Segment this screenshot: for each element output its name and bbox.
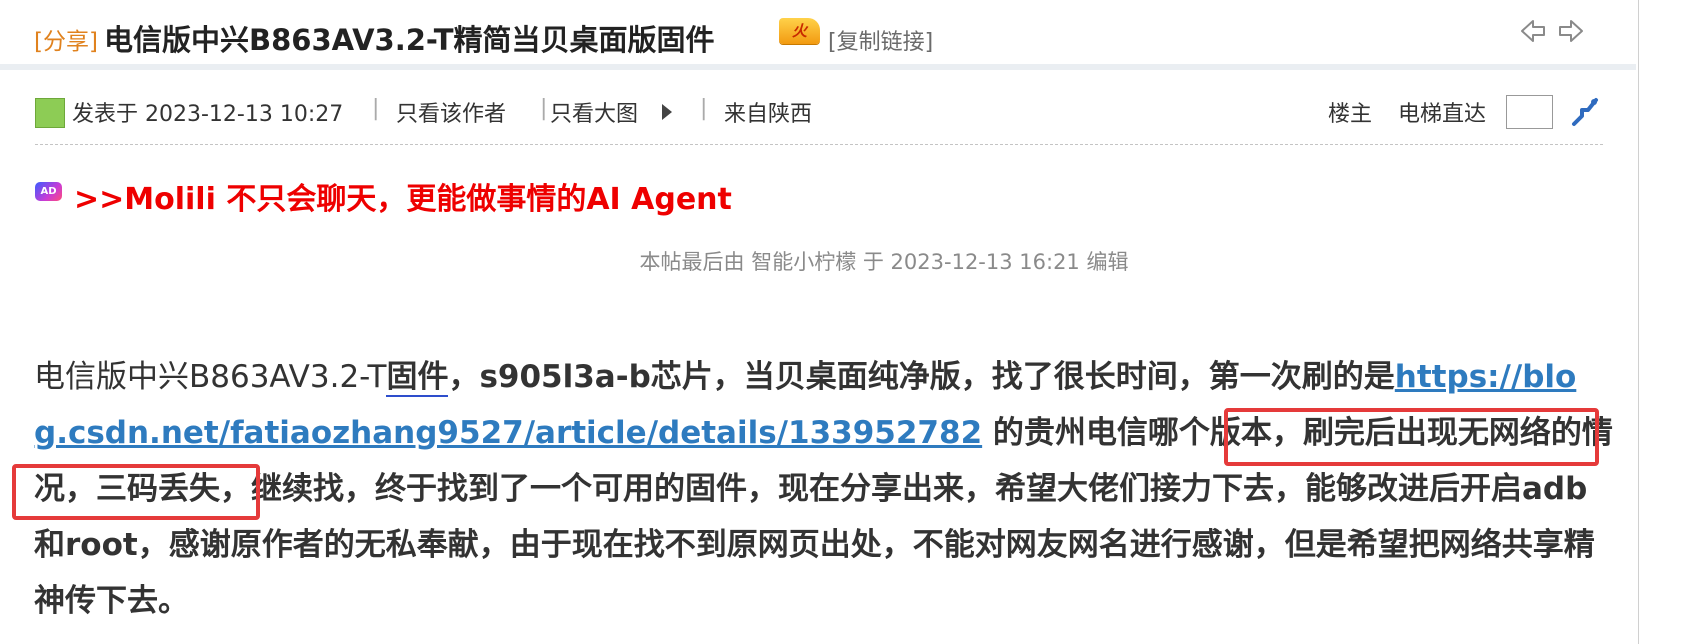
thread-title: 电信版中兴B863AV3.2-T精简当贝桌面版固件 xyxy=(104,23,715,57)
meta-separator: | xyxy=(372,96,380,121)
only-large-image-link[interactable]: 只看大图 xyxy=(550,96,638,128)
hot-badge-icon: 火 xyxy=(779,18,820,44)
thread-category-tag[interactable]: [分享] xyxy=(34,22,98,56)
right-border xyxy=(1638,0,1639,644)
jump-icon[interactable] xyxy=(1568,94,1602,128)
copy-link-button[interactable]: [复制链接] xyxy=(828,24,933,56)
play-icon[interactable] xyxy=(662,104,672,120)
thread-title-bar: [分享] 电信版中兴B863AV3.2-T精简当贝桌面版固件 火 [复制链接] xyxy=(0,0,1638,66)
post-location: 来自陕西 xyxy=(724,102,813,127)
annotation-box xyxy=(12,464,260,520)
annotation-box xyxy=(1224,408,1599,466)
post-text: 电信版中兴B863AV3.2-T xyxy=(34,359,387,395)
article-link[interactable]: g.csdn.net/fatiaozhang9527/article/detai… xyxy=(34,415,982,451)
post-body: 电信版中兴B863AV3.2-T固件，s905l3a-b芯片，当贝桌面纯净版，找… xyxy=(34,349,1614,629)
article-link[interactable]: https://blo xyxy=(1395,359,1577,395)
title-divider xyxy=(0,64,1636,70)
edited-note: 本帖最后由 智能小柠檬 于 2023-12-13 16:21 编辑 xyxy=(639,250,1129,274)
ad-icon: AD xyxy=(35,182,62,201)
meta-separator: | xyxy=(540,96,548,121)
ad-link[interactable]: >>Molili 不只会聊天，更能做事情的AI Agent xyxy=(74,174,732,218)
keyword-link[interactable]: 固件 xyxy=(386,359,449,397)
avatar-icon[interactable] xyxy=(35,98,65,128)
floor-label: 楼主 xyxy=(1328,102,1373,127)
only-author-link[interactable]: 只看该作者 xyxy=(396,96,506,128)
meta-separator: | xyxy=(700,96,708,121)
post-text: ，s905l3a-b芯片，当贝桌面纯净版，找了很长时间，第一次刷的是 xyxy=(448,359,1395,395)
post-text: 继续找，终于找到了一个可用的固件，现在分享出来，希望大佬们接力下去，能够改进后开… xyxy=(34,471,1595,619)
meta-divider xyxy=(35,144,1603,145)
posted-time: 发表于 2023-12-13 10:27 xyxy=(72,102,344,127)
arrow-left-icon[interactable] xyxy=(1518,16,1548,46)
arrow-right-icon[interactable] xyxy=(1556,16,1586,46)
elevator-floor-input[interactable] xyxy=(1506,95,1553,129)
post-meta-row: 发表于 2023-12-13 10:27 | 只看该作者 | 只看大图 | 来自… xyxy=(0,90,1638,134)
elevator-label: 电梯直达 xyxy=(1398,102,1487,127)
